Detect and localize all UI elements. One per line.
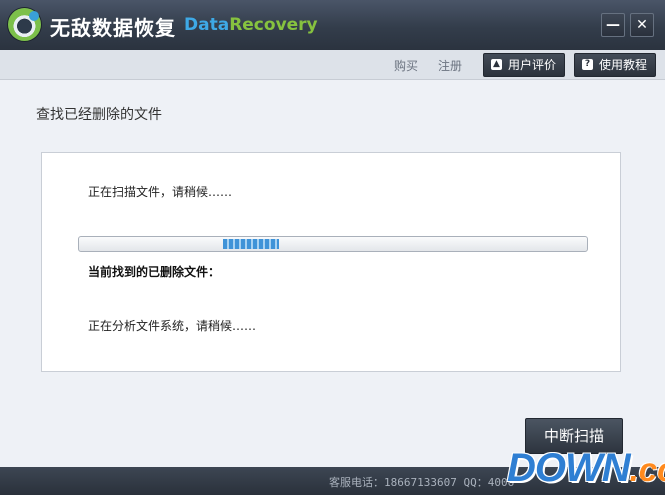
page-title: 查找已经删除的文件 — [36, 107, 162, 123]
tutorial-label: 使用教程 — [599, 58, 648, 72]
thumbs-up-icon: ▲ — [491, 59, 502, 70]
app-title: 无敌数据恢复 — [50, 16, 176, 40]
app-logo-icon — [8, 8, 41, 41]
register-link[interactable]: 注册 — [438, 57, 462, 74]
analyzing-status: 正在分析文件系统，请稍候…… — [88, 319, 257, 333]
site-watermark: DOWN.cc — [507, 446, 665, 492]
scan-panel: 正在扫描文件，请稍候…… 当前找到的已删除文件： 正在分析文件系统，请稍候…… — [41, 152, 621, 372]
title-bar: 无敌数据恢复 DataRecovery — ✕ — [0, 0, 665, 50]
brand-name: DataRecovery — [184, 15, 318, 35]
contact-info: 客服电话：18667133607 QQ：4006 — [329, 476, 515, 489]
brand-name-part2: Recovery — [229, 15, 318, 35]
brand-name-part1: Data — [184, 15, 230, 35]
scanning-status: 正在扫描文件，请稍候…… — [88, 185, 233, 199]
watermark-main: DOWN — [507, 446, 631, 490]
toolbar: 购买 注册 ▲ 用户评价 ? 使用教程 — [0, 50, 665, 80]
buy-link[interactable]: 购买 — [394, 57, 418, 74]
found-files-label: 当前找到的已删除文件： — [88, 265, 221, 279]
scan-progress-fill — [223, 239, 279, 249]
minimize-button[interactable]: — — [601, 13, 625, 37]
close-button[interactable]: ✕ — [630, 13, 654, 37]
tutorial-button[interactable]: ? 使用教程 — [574, 53, 656, 77]
help-book-icon: ? — [582, 59, 593, 70]
scan-progress-bar — [78, 236, 588, 252]
user-review-label: 用户评价 — [508, 58, 557, 72]
user-review-button[interactable]: ▲ 用户评价 — [483, 53, 565, 77]
watermark-tld: .cc — [629, 451, 665, 488]
